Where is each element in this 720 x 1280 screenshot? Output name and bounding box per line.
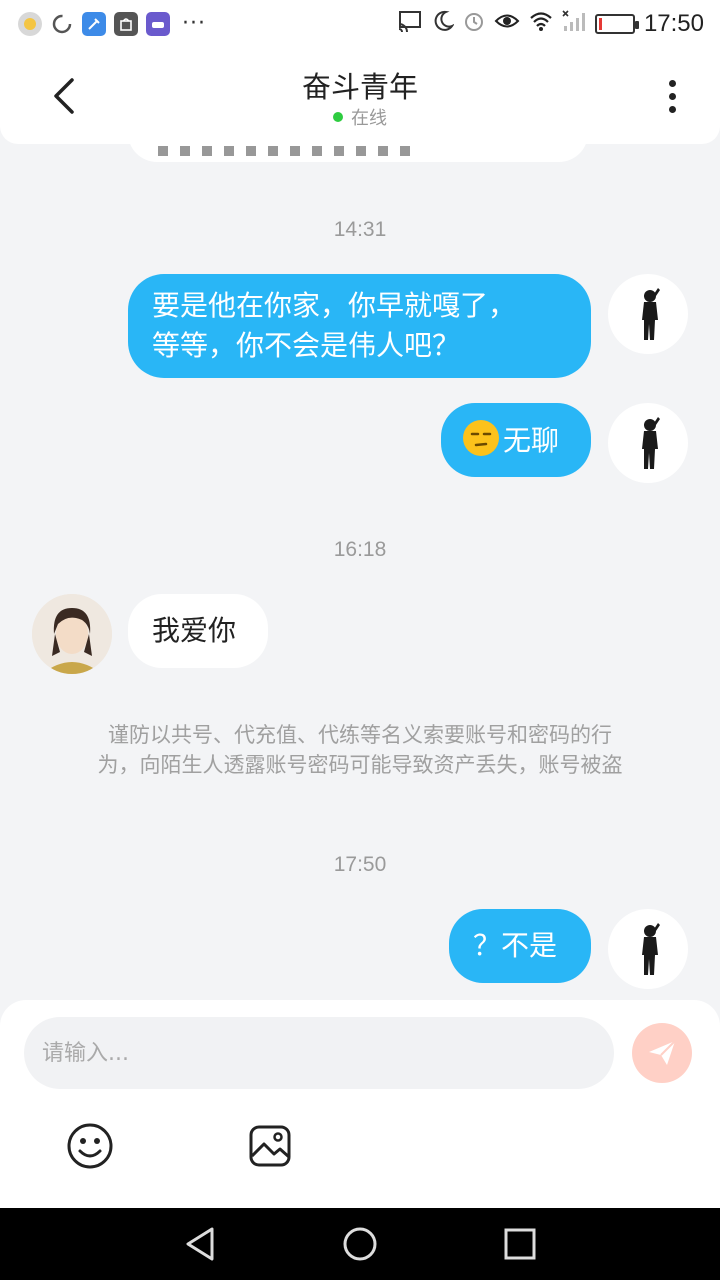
timestamp: 14:31 [333,218,387,241]
cast-icon [397,10,423,38]
send-icon [649,1040,676,1065]
security-notice: 谨防以共号、代充值、代练等名义索要账号和密码的行 为，向陌生人透露账号密码可能导… [58,720,662,780]
send-button[interactable] [632,1023,692,1083]
circle-home-icon [343,1227,377,1261]
timestamp: 16:18 [333,538,387,561]
my-avatar[interactable] [608,909,688,989]
signal-icon [562,10,586,38]
message-bubble-outgoing[interactable]: ？不是 [449,909,591,983]
notification-app-icon [18,12,42,36]
message-bubble-outgoing[interactable]: 要是他在你家，你早就嘎了， 等等，你不会是伟人吧？ [128,274,591,378]
square-recents-icon [504,1228,536,1260]
battery-icon [594,14,639,34]
message-input[interactable] [24,1017,614,1089]
emoji-button[interactable] [64,1120,116,1172]
shopping-bag-icon [114,12,138,36]
chat-title: 奋斗青年 [301,70,418,104]
battery-level [598,18,602,30]
triangle-back-icon [186,1227,214,1261]
message-text: 无聊 [503,424,560,457]
status-bar: ··· 17:50 [0,0,720,50]
online-status-label: 在线 [351,108,387,129]
contact-avatar[interactable] [32,594,112,674]
message-list[interactable]: 14:31 要是他在你家，你早就嘎了， 等等，你不会是伟人吧？ 无聊 16:18… [0,144,720,1000]
status-overflow: ··· [182,11,206,36]
message-bubble-incoming[interactable]: 我爱你 [128,594,268,668]
my-avatar[interactable] [608,274,688,354]
online-status: 在线 [0,104,720,130]
alarm-icon [463,10,485,38]
image-button[interactable] [244,1120,296,1172]
nav-recents-button[interactable] [500,1224,540,1264]
cleaner-app-icon [82,12,106,36]
loading-icon [50,12,74,36]
status-bar-notifications: ··· [18,12,206,36]
message-line: 等等，你不会是伟人吧？ [152,329,461,362]
unamused-face-icon [463,420,499,456]
more-options-button[interactable] [652,72,692,120]
nav-home-button[interactable] [340,1224,380,1264]
game-app-icon [146,12,170,36]
smiley-icon [67,1123,113,1169]
chat-header: 奋斗青年 在线 [0,50,720,144]
nav-back-button[interactable] [180,1224,220,1264]
message-bubble-outgoing[interactable]: 无聊 [441,403,591,477]
image-icon [249,1125,291,1167]
message-line: 要是他在你家，你早就嘎了， [152,289,517,322]
timestamp: 17:50 [333,853,387,876]
status-time: 17:50 [643,10,704,37]
notice-line: 为，向陌生人透露账号密码可能导致资产丢失，账号被盗 [97,753,623,777]
wifi-icon [529,10,553,38]
system-navigation-bar [0,1208,720,1280]
eye-icon [494,10,520,38]
notice-line: 谨防以共号、代充值、代练等名义索要账号和密码的行 [108,723,612,747]
input-panel [0,1000,720,1208]
moon-icon [432,10,455,38]
my-avatar[interactable] [608,403,688,483]
online-dot-icon [333,112,343,122]
status-bar-system: 17:50 [397,10,704,38]
message-bubble-partial [128,144,588,162]
